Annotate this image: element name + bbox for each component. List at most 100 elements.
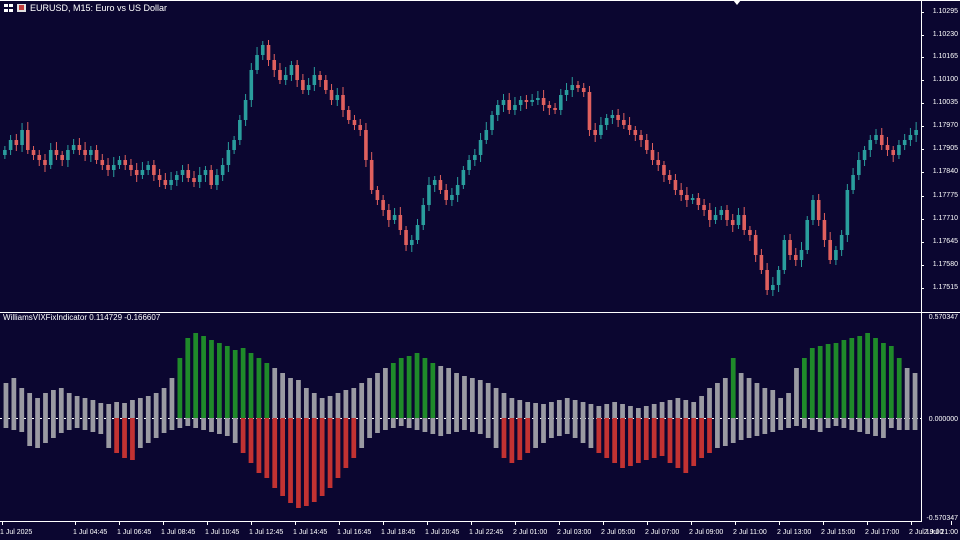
candle-body [753, 235, 758, 255]
histogram-bar-negative [794, 418, 799, 426]
histogram-bar-negative [375, 418, 380, 433]
histogram-bar-negative [288, 418, 293, 503]
histogram-bar-negative [390, 418, 396, 428]
candle-body [673, 180, 678, 190]
candle-body [679, 190, 683, 195]
candle-body [622, 120, 626, 125]
candle-body [106, 165, 110, 170]
candle-body [324, 80, 328, 90]
histogram-bar-negative [303, 418, 309, 506]
histogram-bar-positive [35, 398, 40, 418]
histogram-bar-negative [51, 418, 56, 438]
chart-canvas[interactable] [0, 0, 960, 540]
histogram-bar-positive [224, 346, 230, 418]
candle-body [771, 285, 775, 290]
histogram-bar-positive [754, 383, 760, 418]
histogram-bar-negative [359, 418, 365, 448]
chart-title-bar: EURUSD, M15: Euro vs US Dollar [0, 0, 167, 16]
candle-body [639, 135, 643, 140]
time-tick-label: 2 Jul 15:00 [821, 529, 856, 536]
candle-body [650, 150, 655, 160]
price-tick-label: 1.17710 [932, 215, 958, 222]
histogram-bar-negative [58, 418, 64, 433]
candle-body [375, 190, 380, 200]
histogram-bar-negative [153, 418, 159, 438]
histogram-bar-positive [177, 358, 183, 418]
histogram-bar-negative [722, 418, 728, 446]
grid-icon[interactable] [4, 4, 13, 12]
candle-body [828, 240, 832, 260]
histogram-bar-negative [849, 418, 855, 430]
candle-body [553, 108, 557, 110]
indicator-scale-label: 0.000000 [928, 416, 958, 423]
histogram-bar-negative [541, 418, 546, 443]
histogram-bar-negative [98, 418, 104, 434]
candle-body [387, 210, 391, 220]
histogram-bar-positive [691, 402, 697, 418]
candle-body [765, 270, 769, 290]
candle-body [238, 120, 242, 140]
histogram-bar-negative [730, 418, 736, 443]
histogram-bar-negative [3, 418, 9, 428]
histogram-bar-negative [841, 418, 847, 428]
time-tick-label: 1 Jul 22:45 [469, 529, 504, 536]
histogram-bar-positive [485, 383, 491, 418]
candle-body [839, 235, 844, 250]
candle-body [708, 210, 712, 220]
histogram-bar-negative [888, 418, 894, 428]
histogram-bar-positive [3, 383, 9, 418]
histogram-bar-negative [746, 418, 752, 438]
histogram-bar-negative [82, 418, 88, 430]
candle-body [518, 100, 523, 105]
price-tick-label: 1.10035 [932, 99, 958, 106]
candle-body [220, 165, 225, 175]
histogram-bar-positive [722, 378, 728, 418]
candle-body [513, 105, 517, 110]
histogram-bar-negative [35, 418, 40, 448]
histogram-bar-positive [620, 404, 625, 418]
price-tick-label: 1.17645 [932, 238, 958, 245]
histogram-bar-negative [232, 418, 238, 443]
histogram-bar-negative [738, 418, 744, 440]
histogram-bar-negative [446, 418, 452, 434]
scroll-marker-icon[interactable] [733, 0, 741, 5]
histogram-bar-positive [477, 380, 483, 418]
histogram-bar-negative [161, 418, 167, 433]
histogram-bar-positive [106, 404, 112, 418]
histogram-bar-negative [414, 418, 420, 430]
candle-body [891, 150, 896, 155]
histogram-bar-positive [169, 378, 175, 418]
histogram-bar-negative [778, 418, 784, 430]
histogram-bar-positive [588, 404, 594, 418]
candle-body [232, 140, 236, 150]
candle-body [685, 195, 689, 200]
chart-icon[interactable] [17, 4, 26, 12]
histogram-bar-positive [809, 348, 815, 418]
histogram-bar-negative [683, 418, 689, 473]
histogram-bar-positive [19, 388, 25, 418]
candle-body [175, 175, 179, 180]
histogram-bar-positive [462, 376, 467, 418]
candle-body [662, 165, 666, 175]
histogram-bar-positive [730, 358, 736, 418]
candle-body [226, 150, 231, 165]
candle-body [243, 100, 248, 120]
histogram-bar-negative [699, 418, 704, 458]
time-tick-label: 2 Jul 21:00 [923, 529, 958, 536]
trading-chart-window[interactable]: EURUSD, M15: Euro vs US Dollar WilliamsV… [0, 0, 960, 540]
candle-body [444, 190, 448, 200]
histogram-bar-negative [193, 418, 199, 428]
histogram-bar-negative [367, 418, 372, 438]
candle-body [599, 125, 603, 135]
histogram-bar-positive [786, 393, 791, 418]
candle-body [822, 220, 827, 240]
histogram-bar-positive [90, 400, 96, 418]
candle-body [788, 240, 792, 255]
candle-body [719, 210, 724, 215]
candle-body [530, 100, 534, 102]
histogram-bar-positive [604, 404, 610, 418]
histogram-bar-positive [130, 400, 135, 418]
price-tick-label: 1.10165 [932, 53, 958, 60]
histogram-bar-positive [549, 402, 554, 418]
time-tick-label: 1 Jul 20:45 [425, 529, 460, 536]
